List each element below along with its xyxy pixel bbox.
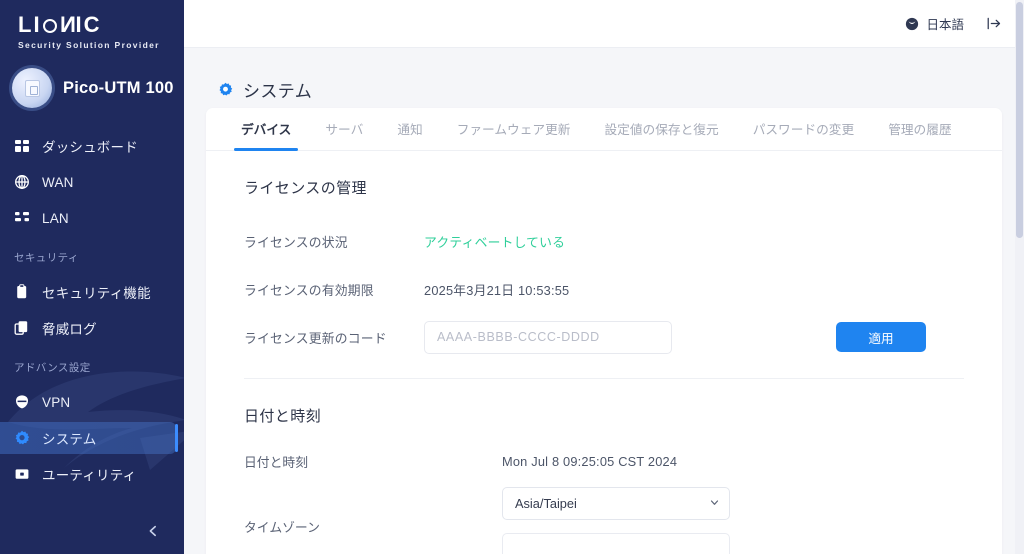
license-section-title: ライセンスの管理	[244, 180, 367, 197]
shield-icon	[14, 394, 31, 411]
license-expiry-row: ライセンスの有効期限 2025年3月21日 10:53:55	[244, 272, 964, 306]
sidebar-item-label: 脅威ログ	[42, 322, 97, 337]
gear-icon	[14, 430, 31, 447]
sidebar-nav: ダッシュボード WAN LAN セキュリティ セキュリティ機能 脅威ログ アドバ…	[0, 130, 184, 490]
device-chip-icon	[24, 79, 40, 97]
datetime-label: 日付と時刻	[244, 455, 308, 470]
tab-change-password[interactable]: パスワードの変更	[736, 119, 872, 150]
license-code-row: ライセンス更新のコード 適用	[244, 320, 964, 354]
sidebar-item-threat-log[interactable]: 脅威ログ	[0, 312, 176, 344]
timezone-select[interactable]: Asia/Taipei	[502, 487, 730, 520]
tab-backup-restore[interactable]: 設定値の保存と復元	[588, 119, 736, 150]
tab-device[interactable]: デバイス	[224, 119, 308, 151]
main-area: 日本語 システム デバイス サーバ 通知 ファームウェア更新 設定値の保存と復元…	[184, 0, 1024, 554]
license-status-value: アクティベートしている	[424, 234, 566, 250]
license-expiry-label: ライセンスの有効期限	[244, 282, 374, 298]
sidebar-item-wan[interactable]: WAN	[0, 166, 176, 198]
license-code-input[interactable]	[424, 320, 672, 354]
license-status-row: ライセンスの状況 アクティベートしている	[244, 224, 964, 258]
sidebar-item-utility[interactable]: ユーティリティ	[0, 458, 176, 490]
device-name: Pico-UTM 100	[63, 78, 174, 97]
timezone-row: タイムゾーン Asia/Taipei	[244, 487, 964, 554]
scrollbar-thumb[interactable]	[1016, 2, 1023, 238]
sidebar-item-security-features[interactable]: セキュリティ機能	[0, 276, 176, 308]
clipboard-icon	[14, 283, 31, 301]
tab-bar: デバイス サーバ 通知 ファームウェア更新 設定値の保存と復元 パスワードの変更…	[206, 108, 1002, 151]
topbar: 日本語	[184, 0, 1024, 48]
tab-admin-history[interactable]: 管理の履歴	[871, 119, 968, 150]
tab-firmware-update[interactable]: ファームウェア更新	[440, 119, 588, 150]
brand-tagline: Security Solution Provider	[18, 40, 160, 50]
device-avatar	[12, 68, 52, 108]
sidebar-item-vpn[interactable]: VPN	[0, 386, 176, 418]
logout-icon	[987, 17, 1001, 30]
datetime-value-row: 日付と時刻 Mon Jul 8 09:25:05 CST 2024	[244, 452, 964, 471]
language-switcher[interactable]: 日本語	[905, 14, 964, 33]
license-status-label: ライセンスの状況	[244, 234, 348, 250]
brand: LI N IC Security Solution Provider	[0, 0, 184, 50]
datetime-extra-field[interactable]	[502, 533, 730, 554]
card-body: ライセンスの管理 ライセンスの状況 アクティベートしている ライセンスの有効期限…	[206, 151, 1002, 554]
sidebar-collapse-button[interactable]	[142, 520, 164, 542]
sidebar-item-label: WAN	[42, 174, 74, 190]
logout-button[interactable]	[986, 16, 1002, 31]
page-header: システム	[184, 48, 1024, 108]
chevron-left-icon	[149, 525, 156, 537]
timezone-select-wrap: Asia/Taipei	[502, 487, 730, 554]
app-root: LI N IC Security Solution Provider Pico-UT…	[0, 0, 1024, 554]
sidebar: LI N IC Security Solution Provider Pico-UT…	[0, 0, 184, 554]
sidebar-item-dashboard[interactable]: ダッシュボード	[0, 130, 176, 162]
apply-button[interactable]: 適用	[836, 322, 926, 352]
sidebar-section-advanced: アドバンス設定	[14, 362, 91, 374]
sidebar-item-label: VPN	[42, 394, 71, 410]
dashboard-icon	[14, 138, 31, 155]
sidebar-item-label: セキュリティ機能	[42, 286, 151, 301]
toolbox-icon	[14, 466, 31, 483]
page-title: システム	[243, 81, 313, 101]
copy-icon	[14, 320, 31, 337]
license-code-label: ライセンス更新のコード	[244, 330, 387, 346]
logo-dot-icon	[42, 19, 57, 33]
tab-notification[interactable]: 通知	[380, 119, 439, 150]
language-label: 日本語	[926, 18, 964, 32]
brand-logo: LI N IC	[18, 12, 102, 37]
globe-icon	[906, 17, 919, 30]
datetime-section-title: 日付と時刻	[244, 408, 322, 425]
sidebar-section-security: セキュリティ	[14, 252, 79, 264]
tab-server[interactable]: サーバ	[308, 119, 380, 150]
sidebar-item-label: LAN	[42, 210, 69, 226]
sidebar-item-label: システム	[42, 432, 97, 447]
device-summary: Pico-UTM 100	[0, 50, 184, 126]
sidebar-item-system[interactable]: システム	[0, 422, 178, 454]
gear-icon	[219, 82, 233, 95]
globe-icon	[14, 174, 31, 191]
section-divider	[244, 378, 964, 379]
grid-icon	[14, 210, 31, 227]
sidebar-item-lan[interactable]: LAN	[0, 202, 176, 234]
license-expiry-value: 2025年3月21日 10:53:55	[424, 282, 570, 298]
content-card: デバイス サーバ 通知 ファームウェア更新 設定値の保存と復元 パスワードの変更…	[206, 108, 1002, 554]
timezone-label: タイムゾーン	[244, 520, 320, 535]
datetime-value: Mon Jul 8 09:25:05 CST 2024	[502, 454, 678, 469]
sidebar-item-label: ユーティリティ	[42, 468, 137, 483]
sidebar-item-label: ダッシュボード	[42, 140, 138, 155]
